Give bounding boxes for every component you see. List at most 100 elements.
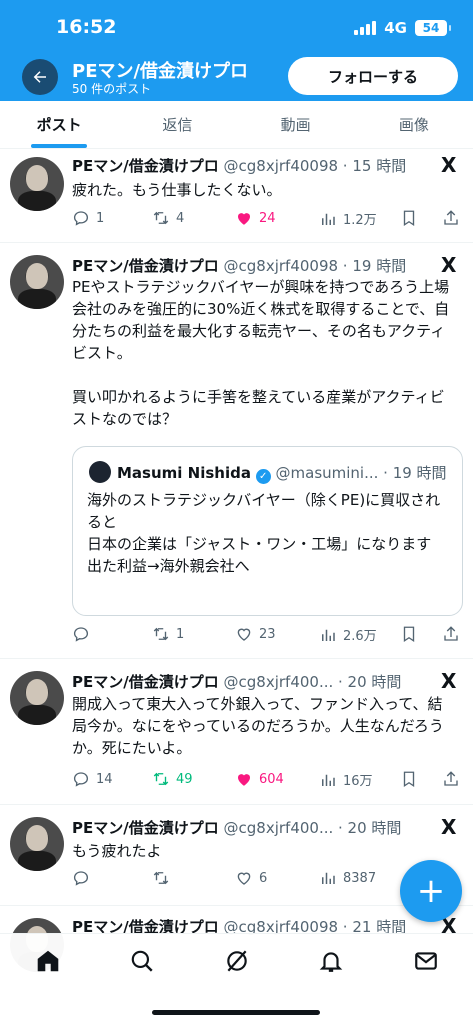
views-button[interactable]: 2.6万	[319, 625, 377, 644]
back-button[interactable]	[22, 59, 58, 95]
tweet-meta: @cg8xjrf400... · 20 時間	[223, 673, 402, 691]
x-logo-icon: X	[441, 815, 457, 839]
reply-button[interactable]	[72, 869, 96, 887]
share-button[interactable]	[442, 209, 460, 227]
bookmark-button[interactable]	[400, 625, 418, 643]
tweet-text: 開成入って東大入って外銀入って、ファンド入って、結局今か。なにをやっているのだろ…	[72, 695, 444, 757]
arrow-left-icon	[33, 71, 46, 83]
retweet-button[interactable]	[152, 869, 176, 887]
retweet-icon	[153, 211, 169, 225]
nav-search[interactable]	[127, 946, 157, 976]
tweet-author-name: PEマン/借金漬けプロ	[72, 819, 219, 837]
like-button[interactable]: 6	[235, 869, 267, 887]
bookmark-icon	[403, 771, 415, 788]
tweet-actions: 14 49 604 16万	[72, 770, 462, 794]
views-button[interactable]: 16万	[319, 770, 373, 789]
tweet-author-name: PEマン/借金漬けプロ	[72, 157, 219, 175]
mail-icon	[415, 952, 437, 970]
share-icon	[444, 771, 458, 786]
post-count: 50 件のポスト	[72, 82, 152, 96]
avatar[interactable]	[10, 157, 64, 211]
search-icon	[131, 950, 153, 972]
tweet-meta: @cg8xjrf400... · 20 時間	[223, 819, 402, 837]
views-chart-icon	[322, 872, 335, 884]
bookmark-icon	[403, 210, 415, 227]
reply-count: 14	[96, 771, 113, 787]
tab-posts[interactable]: ポスト	[0, 101, 118, 148]
like-count: 24	[259, 210, 276, 226]
quoted-tweet[interactable]: Masumi Nishida ✓ @masumini... · 19 時間 海外…	[72, 446, 463, 616]
avatar[interactable]	[10, 255, 64, 309]
views-chart-icon	[322, 629, 335, 641]
home-icon	[37, 950, 59, 972]
share-button[interactable]	[442, 625, 460, 643]
retweet-count: 1	[176, 626, 185, 642]
views-button[interactable]: 1.2万	[319, 209, 377, 228]
quote-avatar	[89, 461, 111, 483]
reply-button[interactable]: 14	[72, 770, 113, 788]
bookmark-button[interactable]	[400, 770, 418, 788]
tab-images[interactable]: 画像	[355, 101, 473, 148]
compose-post-button[interactable]: +	[400, 860, 462, 922]
tab-replies[interactable]: 返信	[118, 101, 236, 148]
reply-button[interactable]: 1	[72, 209, 104, 227]
share-icon	[444, 626, 458, 641]
signal-icon	[354, 21, 377, 35]
retweet-button[interactable]: 4	[152, 209, 184, 227]
reply-icon	[73, 871, 89, 886]
tweet-text: PEやストラテジックバイヤーが興味を持つであろう上場会社のみを強圧的に30%近く…	[72, 278, 450, 428]
tweet[interactable]: PEマン/借金漬けプロ @cg8xjrf40098 · 19 時間 X PEやス…	[0, 243, 473, 659]
quote-author-name: Masumi Nishida	[117, 464, 251, 482]
x-logo-icon: X	[441, 253, 457, 277]
bookmark-button[interactable]	[400, 209, 418, 227]
reply-icon	[73, 627, 89, 642]
tweet[interactable]: PEマン/借金漬けプロ @cg8xjrf40098 · 15 時間 X 疲れた。…	[0, 149, 473, 243]
verified-badge-icon: ✓	[255, 469, 271, 484]
retweet-icon	[153, 772, 169, 786]
avatar[interactable]	[10, 671, 64, 725]
share-button[interactable]	[442, 770, 460, 788]
tweet-meta: @cg8xjrf40098 · 15 時間	[223, 157, 407, 175]
status-indicators: 4G 54	[354, 19, 451, 37]
retweet-icon	[153, 627, 169, 641]
retweet-count: 4	[176, 210, 185, 226]
like-button[interactable]: 24	[235, 209, 276, 227]
tweet-actions: 1 23 2.6万	[72, 625, 462, 649]
views-chart-icon	[322, 213, 335, 225]
views-button[interactable]: 8387	[319, 869, 376, 887]
bookmark-icon	[403, 626, 415, 643]
retweet-button[interactable]: 1	[152, 625, 184, 643]
like-button[interactable]: 23	[235, 625, 276, 643]
profile-tabs: ポスト 返信 動画 画像	[0, 101, 473, 149]
reply-button[interactable]	[72, 625, 96, 643]
view-count: 2.6万	[343, 629, 377, 644]
reply-count: 1	[96, 210, 105, 226]
home-indicator	[152, 1010, 320, 1015]
nav-home[interactable]	[33, 946, 63, 976]
tweet-text: もう疲れたよ	[72, 842, 162, 860]
avatar[interactable]	[10, 817, 64, 871]
nav-notifications[interactable]	[316, 946, 346, 976]
heart-icon	[237, 872, 251, 885]
retweet-icon	[153, 871, 169, 885]
battery-icon: 54	[415, 20, 451, 36]
tweet[interactable]: PEマン/借金漬けプロ @cg8xjrf400... · 20 時間 X 開成入…	[0, 659, 473, 805]
nav-grok[interactable]	[222, 946, 252, 976]
nav-messages[interactable]	[411, 946, 441, 976]
follow-button[interactable]: フォローする	[288, 57, 458, 95]
like-count: 604	[259, 771, 284, 787]
x-logo-icon: X	[441, 669, 457, 693]
retweet-count: 49	[176, 771, 193, 787]
tab-videos[interactable]: 動画	[237, 101, 355, 148]
status-bar: 16:52 4G 54	[0, 14, 473, 44]
retweet-button[interactable]: 49	[152, 770, 193, 788]
view-count: 1.2万	[343, 213, 377, 228]
tweet-meta: @cg8xjrf40098 · 19 時間	[223, 257, 407, 275]
views-chart-icon	[322, 774, 335, 786]
like-button[interactable]: 604	[235, 770, 284, 788]
view-count: 8387	[343, 870, 377, 886]
reply-icon	[73, 772, 89, 787]
grok-icon	[227, 950, 247, 972]
reply-icon	[73, 211, 89, 226]
x-logo-icon: X	[441, 153, 457, 177]
